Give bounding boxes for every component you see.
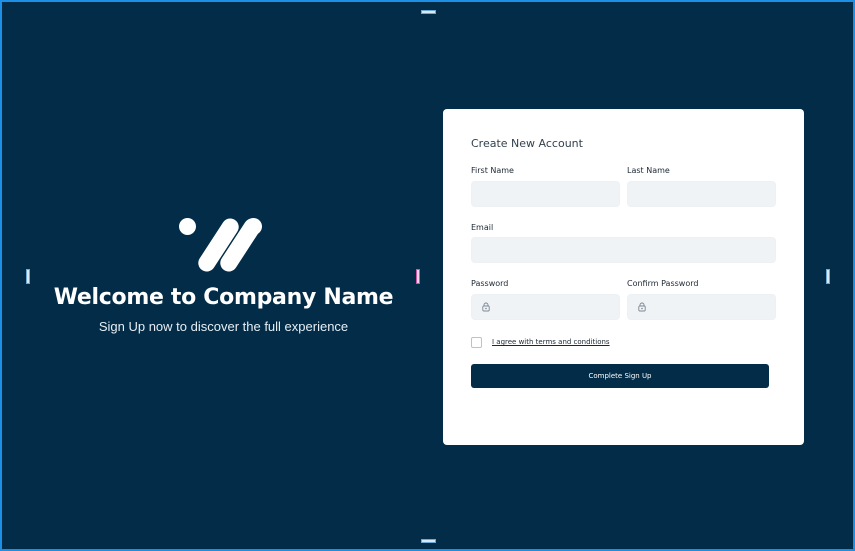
welcome-subtitle: Sign Up now to discover the full experie… — [98, 319, 349, 334]
complete-signup-button[interactable]: Complete Sign Up — [471, 364, 769, 388]
welcome-title: Welcome to Company Name — [53, 285, 394, 310]
artboard-frame: Welcome to Company Name Sign Up now to d… — [0, 0, 855, 551]
confirm-password-input[interactable] — [627, 294, 776, 320]
resize-handle-bottom[interactable] — [421, 539, 436, 543]
terms-checkbox[interactable] — [471, 337, 482, 348]
lock-icon — [638, 302, 646, 312]
logo-dot-left — [178, 218, 196, 235]
company-logo-icon — [178, 215, 269, 277]
last-name-label: Last Name — [627, 166, 670, 175]
welcome-hero: Welcome to Company Name Sign Up now to d… — [32, 215, 415, 334]
email-label: Email — [471, 223, 494, 232]
terms-link[interactable]: I agree with terms and conditions — [492, 338, 610, 346]
resize-handle-left[interactable] — [26, 269, 30, 284]
first-name-label: First Name — [471, 166, 514, 175]
password-input[interactable] — [471, 294, 620, 320]
confirm-password-label: Confirm Password — [627, 279, 699, 288]
resize-handle-right[interactable] — [826, 269, 830, 284]
lock-icon — [482, 302, 490, 312]
last-name-input[interactable] — [627, 181, 776, 207]
resize-handle-top[interactable] — [421, 10, 436, 14]
signup-card: Create New Account First Name Last Name … — [443, 109, 804, 445]
form-title: Create New Account — [471, 137, 583, 150]
first-name-input[interactable] — [471, 181, 620, 207]
password-label: Password — [471, 279, 509, 288]
resize-handle-middle[interactable] — [416, 269, 420, 284]
logo-dot-right — [244, 218, 262, 235]
email-input[interactable] — [471, 237, 776, 263]
